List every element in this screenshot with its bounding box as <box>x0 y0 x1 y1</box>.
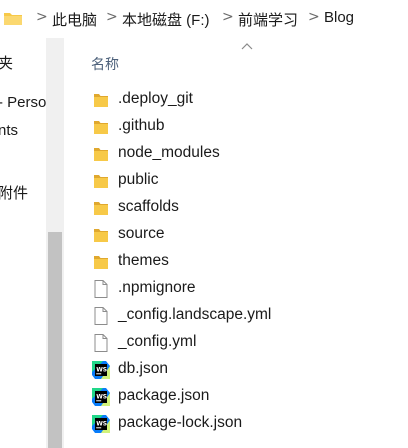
folder-icon <box>4 13 22 25</box>
file-name: .github <box>118 117 165 134</box>
webstorm-file-icon: WS <box>91 414 111 434</box>
nav-scrollbar-thumb[interactable] <box>48 232 62 448</box>
breadcrumb-separator[interactable]: > <box>308 9 320 25</box>
file-name: public <box>118 171 159 188</box>
file-list-item[interactable]: WS db.json <box>64 356 408 383</box>
folder-icon <box>91 225 111 245</box>
file-name: themes <box>118 252 169 269</box>
navigation-pane: 夹 - Perso nts 附件 <box>0 38 46 448</box>
file-name: node_modules <box>118 144 220 161</box>
file-name: db.json <box>118 360 168 377</box>
file-icon <box>91 279 111 299</box>
nav-item[interactable]: 附件 <box>0 182 28 203</box>
file-icon <box>91 333 111 353</box>
folder-icon <box>91 252 111 272</box>
svg-text:WS: WS <box>96 421 107 428</box>
breadcrumb-frontend-study[interactable]: 前端学习 <box>238 9 298 30</box>
file-list-item[interactable]: themes <box>64 248 408 275</box>
address-bar[interactable]: > 此电脑 > 本地磁盘 (F:) > 前端学习 > Blog <box>0 0 408 39</box>
file-list-item[interactable]: scaffolds <box>64 194 408 221</box>
file-icon <box>91 306 111 326</box>
file-name: source <box>118 225 165 242</box>
file-name: package.json <box>118 387 210 404</box>
webstorm-file-icon: WS <box>91 387 111 407</box>
file-name: .deploy_git <box>118 90 193 107</box>
file-name: .npmignore <box>118 279 196 296</box>
file-list-item[interactable]: _config.landscape.yml <box>64 302 408 329</box>
folder-icon <box>91 90 111 110</box>
folder-icon <box>91 171 111 191</box>
file-list-item[interactable]: .npmignore <box>64 275 408 302</box>
file-name: package-lock.json <box>118 414 243 431</box>
file-list-item[interactable]: .deploy_git <box>64 86 408 113</box>
file-list-item[interactable]: source <box>64 221 408 248</box>
breadcrumb-separator[interactable]: > <box>36 9 48 25</box>
breadcrumb-separator[interactable]: > <box>222 9 234 25</box>
file-list-item[interactable]: WS package.json <box>64 383 408 410</box>
breadcrumb-local-disk[interactable]: 本地磁盘 (F:) <box>122 9 210 30</box>
file-name: scaffolds <box>118 198 179 215</box>
file-list-item[interactable]: .github <box>64 113 408 140</box>
breadcrumb-this-pc[interactable]: 此电脑 <box>52 9 97 30</box>
svg-text:WS: WS <box>96 394 107 401</box>
nav-item[interactable]: - Perso <box>0 94 46 111</box>
file-list-item[interactable]: _config.yml <box>64 329 408 356</box>
file-list-item[interactable]: public <box>64 167 408 194</box>
column-header-name[interactable]: 名称 <box>91 54 119 74</box>
file-name: _config.landscape.yml <box>118 306 272 323</box>
svg-text:WS: WS <box>96 367 107 374</box>
file-list-item[interactable]: node_modules <box>64 140 408 167</box>
file-list-item[interactable]: WS package-lock.json <box>64 410 408 437</box>
file-list: 名称 .deploy_git .github node_modulespublic s… <box>64 38 408 448</box>
webstorm-file-icon: WS <box>91 360 111 380</box>
folder-icon <box>91 117 111 137</box>
sort-ascending-icon <box>241 43 253 50</box>
file-name: _config.yml <box>118 333 197 350</box>
breadcrumb-blog[interactable]: Blog <box>324 9 354 26</box>
nav-item[interactable]: nts <box>0 122 18 139</box>
breadcrumb-separator[interactable]: > <box>106 9 118 25</box>
folder-icon <box>91 198 111 218</box>
nav-item[interactable]: 夹 <box>0 52 13 73</box>
folder-icon <box>91 144 111 164</box>
